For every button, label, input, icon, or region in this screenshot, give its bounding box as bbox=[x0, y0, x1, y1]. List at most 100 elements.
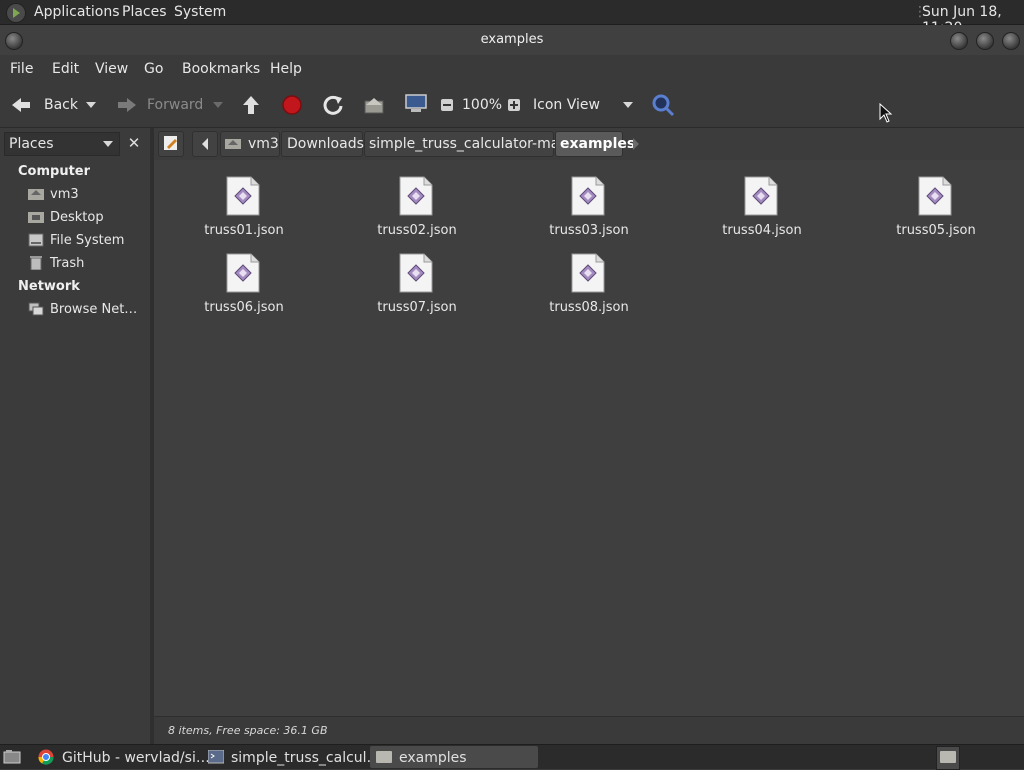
maximize-button[interactable] bbox=[976, 32, 994, 50]
chevron-right-icon[interactable] bbox=[632, 138, 640, 150]
file-item[interactable]: truss04.json bbox=[687, 166, 837, 238]
drive-icon bbox=[28, 233, 44, 247]
home-folder-icon bbox=[28, 189, 44, 200]
chrome-icon bbox=[38, 749, 54, 765]
sidebar-item-desktop[interactable]: Desktop bbox=[28, 208, 146, 228]
zoom-out-icon[interactable] bbox=[440, 98, 454, 112]
sidebar-item-label: Browse Net… bbox=[50, 302, 138, 317]
file-name: truss07.json bbox=[377, 300, 457, 315]
mouse-cursor-icon bbox=[879, 103, 893, 123]
crumb-label: simple_truss_calculator-main bbox=[369, 136, 573, 152]
file-item[interactable]: truss03.json bbox=[514, 166, 664, 238]
folder-icon bbox=[376, 751, 392, 763]
view-mode-select[interactable]: Icon View bbox=[526, 93, 638, 117]
crumb-label: vm3 bbox=[248, 136, 279, 152]
json-file-icon bbox=[399, 253, 433, 293]
menu-edit[interactable]: Edit bbox=[52, 61, 79, 77]
menu-help[interactable]: Help bbox=[270, 61, 302, 77]
status-bar: 8 items, Free space: 36.1 GB bbox=[154, 716, 1024, 745]
menu-bookmarks[interactable]: Bookmarks bbox=[182, 61, 260, 77]
minimize-button[interactable] bbox=[950, 32, 968, 50]
sidebar-item-file-system[interactable]: File System bbox=[28, 231, 146, 251]
crumb-label: examples bbox=[560, 136, 636, 152]
system-menu[interactable]: System bbox=[174, 4, 226, 20]
gnome-logo-icon[interactable] bbox=[6, 3, 26, 23]
file-item[interactable]: truss06.json bbox=[169, 243, 319, 315]
sidebar-item-label: Desktop bbox=[50, 210, 104, 225]
stop-icon[interactable] bbox=[281, 94, 303, 116]
file-name: truss03.json bbox=[549, 223, 629, 238]
chevron-down-icon bbox=[103, 141, 113, 147]
json-file-icon bbox=[918, 176, 952, 216]
sidebar-item-label: File System bbox=[50, 233, 125, 248]
forward-history-dropdown[interactable] bbox=[213, 102, 223, 108]
sidebar-item-trash[interactable]: Trash bbox=[28, 254, 146, 274]
json-file-icon bbox=[571, 253, 605, 293]
file-item[interactable]: truss02.json bbox=[342, 166, 492, 238]
menubar: File Edit View Go Bookmarks Help bbox=[0, 55, 1024, 83]
forward-button[interactable]: Forward bbox=[112, 93, 212, 117]
crumb-simple-truss[interactable]: simple_truss_calculator-main bbox=[364, 131, 572, 157]
computer-icon[interactable] bbox=[404, 93, 428, 115]
bottom-panel: GitHub - wervlad/si… simple_truss_calcul… bbox=[0, 744, 1024, 770]
file-name: truss05.json bbox=[896, 223, 976, 238]
section-computer: Computer bbox=[18, 164, 91, 179]
status-text: 8 items, Free space: 36.1 GB bbox=[168, 724, 328, 737]
task-label: examples bbox=[399, 750, 467, 766]
sidebar-pane-selector[interactable]: Places bbox=[4, 132, 120, 156]
forward-arrow-icon bbox=[118, 98, 136, 112]
forward-label: Forward bbox=[147, 97, 204, 113]
applications-menu[interactable]: Applications bbox=[34, 4, 120, 20]
sidebar-item-vm3[interactable]: vm3 bbox=[28, 185, 146, 205]
chevron-left-icon bbox=[202, 138, 208, 150]
file-name: truss08.json bbox=[549, 300, 629, 315]
file-name: truss01.json bbox=[204, 223, 284, 238]
back-history-dropdown[interactable] bbox=[86, 102, 96, 108]
back-arrow-icon bbox=[12, 98, 30, 112]
json-file-icon bbox=[226, 176, 260, 216]
menu-view[interactable]: View bbox=[95, 61, 128, 77]
close-button[interactable] bbox=[1002, 32, 1020, 50]
zoom-in-icon[interactable] bbox=[507, 98, 521, 112]
up-arrow-icon[interactable] bbox=[240, 94, 262, 116]
network-icon bbox=[28, 302, 44, 316]
search-icon[interactable] bbox=[651, 93, 675, 117]
menu-go[interactable]: Go bbox=[144, 61, 163, 77]
menu-file[interactable]: File bbox=[10, 61, 33, 77]
home-icon[interactable] bbox=[363, 94, 385, 116]
file-item[interactable]: truss07.json bbox=[342, 243, 492, 315]
toolbar: Back Forward 100% Icon View bbox=[0, 83, 1024, 128]
desktop-folder-icon bbox=[28, 212, 44, 223]
trash-icon bbox=[30, 256, 42, 270]
back-label: Back bbox=[44, 97, 78, 113]
crumb-downloads[interactable]: Downloads bbox=[281, 131, 364, 157]
task-examples[interactable]: examples bbox=[370, 746, 538, 768]
folder-icon bbox=[940, 751, 956, 763]
json-file-icon bbox=[571, 176, 605, 216]
window-title: examples bbox=[480, 32, 544, 47]
close-sidebar-icon[interactable]: ✕ bbox=[123, 132, 145, 154]
file-item[interactable]: truss08.json bbox=[514, 243, 664, 315]
task-label: simple_truss_calcul… bbox=[231, 750, 381, 766]
places-menu[interactable]: Places bbox=[122, 4, 167, 20]
top-panel: Applications Places System ⋮ Sun Jun 18,… bbox=[0, 0, 1024, 36]
location-bar: vm3 Downloads simple_truss_calculator-ma… bbox=[154, 128, 1024, 160]
crumb-vm3[interactable]: vm3 bbox=[220, 131, 280, 157]
workspace-switcher[interactable] bbox=[936, 746, 960, 770]
task-github[interactable]: GitHub - wervlad/si… bbox=[32, 746, 210, 768]
toggle-location-entry-button[interactable] bbox=[158, 131, 184, 157]
crumb-examples[interactable]: examples bbox=[555, 131, 635, 157]
file-icon-view[interactable]: truss01.json truss02.json truss03.json trus… bbox=[154, 160, 1024, 716]
path-scroll-left-button[interactable] bbox=[192, 131, 218, 157]
task-terminal[interactable]: simple_truss_calcul… bbox=[202, 746, 381, 768]
file-item[interactable]: truss01.json bbox=[169, 166, 319, 238]
window-titlebar[interactable]: examples bbox=[0, 25, 1024, 55]
show-desktop-icon[interactable] bbox=[3, 749, 21, 765]
sidebar-pane-label: Places bbox=[9, 136, 54, 152]
reload-icon[interactable] bbox=[322, 94, 344, 116]
sidebar-item-browse-network[interactable]: Browse Net… bbox=[28, 300, 146, 320]
task-label: GitHub - wervlad/si… bbox=[62, 750, 210, 766]
file-name: truss06.json bbox=[204, 300, 284, 315]
chevron-down-icon bbox=[623, 102, 633, 108]
file-item[interactable]: truss05.json bbox=[861, 166, 1011, 238]
